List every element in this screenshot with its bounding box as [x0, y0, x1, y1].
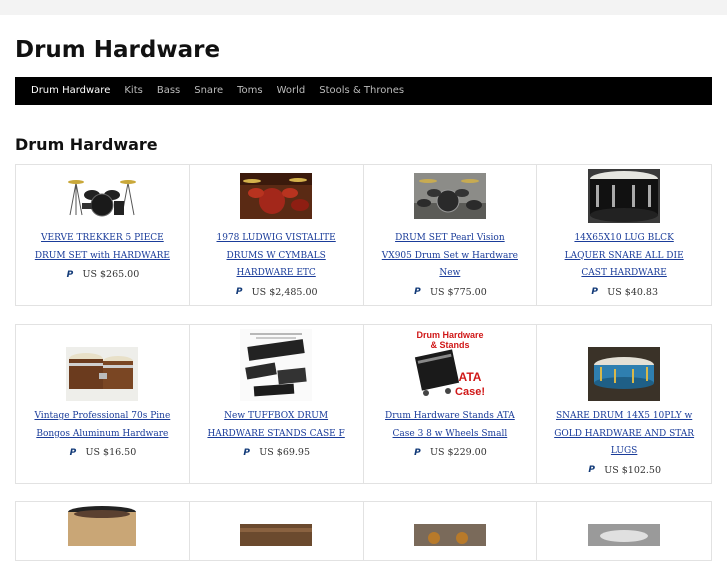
ata-text-line-2: & Stands: [430, 340, 469, 350]
product-price: P US $775.00: [364, 284, 537, 301]
nav-item-world[interactable]: World: [270, 77, 313, 105]
drum-kit-image[interactable]: [66, 169, 138, 223]
price-value: US $16.50: [85, 447, 137, 458]
product-grid-row-1: VERVE TREKKER 5 PIECE DRUM SET with HARD…: [15, 164, 712, 306]
nav-item-snare[interactable]: Snare: [187, 77, 230, 105]
price-value: US $40.83: [607, 286, 659, 298]
product-title-link[interactable]: 14X65X10 LUG BLCK LAQUER SNARE ALL DIE C…: [553, 230, 695, 283]
product-card: [364, 502, 538, 560]
main-nav: Drum Hardware Kits Bass Snare Toms World…: [15, 77, 712, 105]
drum-set-image[interactable]: [413, 506, 486, 546]
product-title-link[interactable]: DRUM SET Pearl Vision VX905 Drum Set w H…: [380, 230, 521, 283]
product-card: [16, 502, 190, 560]
wood-drum-image[interactable]: [240, 506, 313, 546]
price-value: US $775.00: [429, 286, 487, 298]
ata-text-line-4: Case!: [455, 386, 485, 398]
nav-item-bass[interactable]: Bass: [150, 77, 187, 105]
product-price: P US $102.50: [537, 462, 711, 479]
paypal-icon: P: [235, 287, 243, 297]
price-value: US $102.50: [604, 464, 662, 476]
product-title-link[interactable]: Drum Hardware Stands ATA Case 3 8 w Whee…: [380, 408, 521, 443]
nav-item-toms[interactable]: Toms: [230, 77, 269, 105]
product-title-link[interactable]: New TUFFBOX DRUM HARDWARE STANDS CASE F: [206, 408, 347, 443]
product-card: [537, 502, 711, 560]
ata-case-image[interactable]: Drum Hardware & Stands ATA Case!: [413, 329, 486, 401]
nav-item-drum-hardware[interactable]: Drum Hardware: [15, 77, 117, 105]
product-card: Vintage Professional 70s Pine Bongos Alu…: [16, 325, 190, 483]
site-title[interactable]: Drum Hardware: [15, 36, 220, 64]
nav-item-kits[interactable]: Kits: [117, 77, 149, 105]
price-value: US $69.95: [259, 447, 311, 458]
product-grid-row-3: [15, 501, 712, 561]
paypal-icon: P: [588, 465, 595, 475]
paypal-icon: P: [66, 269, 74, 280]
product-title-link[interactable]: SNARE DRUM 14X5 10PLY w GOLD HARDWARE AN…: [553, 408, 695, 461]
ata-text-line-1: Drum Hardware: [416, 330, 483, 340]
blue-snare-image[interactable]: [588, 347, 661, 401]
product-grid-row-2: Vintage Professional 70s Pine Bongos Alu…: [15, 324, 712, 484]
price-value: US $2,485.00: [251, 286, 318, 298]
bongos-image[interactable]: [66, 347, 139, 401]
price-value: US $229.00: [429, 447, 487, 458]
product-card: VERVE TREKKER 5 PIECE DRUM SET with HARD…: [16, 165, 190, 305]
red-drum-kit-image[interactable]: [240, 169, 313, 223]
ata-text-line-3: ATA: [458, 370, 481, 384]
product-price: P US $40.83: [537, 284, 711, 301]
product-card: DRUM SET Pearl Vision VX905 Drum Set w H…: [364, 165, 538, 305]
product-price: P US $265.00: [16, 266, 189, 283]
snare-image[interactable]: [588, 506, 661, 546]
paypal-icon: P: [243, 447, 251, 458]
product-card: SNARE DRUM 14X5 10PLY w GOLD HARDWARE AN…: [537, 325, 711, 483]
section-title: Drum Hardware: [15, 135, 158, 154]
price-value: US $265.00: [82, 269, 140, 280]
paypal-icon: P: [69, 447, 77, 458]
paypal-icon: P: [414, 447, 421, 458]
product-card: 1978 LUDWIG VISTALITE DRUMS W CYMBALS HA…: [190, 165, 364, 305]
product-card: 14X65X10 LUG BLCK LAQUER SNARE ALL DIE C…: [537, 165, 711, 305]
black-snare-image[interactable]: [588, 169, 661, 223]
pearl-kit-image[interactable]: [413, 169, 486, 223]
product-card: Drum Hardware & Stands ATA Case! Drum Ha…: [364, 325, 538, 483]
product-card: [190, 502, 364, 560]
product-title-link[interactable]: 1978 LUDWIG VISTALITE DRUMS W CYMBALS HA…: [206, 230, 347, 283]
tuffbox-case-image[interactable]: [240, 329, 313, 401]
product-price: P US $2,485.00: [190, 284, 363, 301]
product-card: New TUFFBOX DRUM HARDWARE STANDS CASE F …: [190, 325, 364, 483]
product-title-link[interactable]: Vintage Professional 70s Pine Bongos Alu…: [32, 408, 173, 443]
top-band: [0, 0, 727, 15]
drum-shell-image[interactable]: [66, 506, 138, 546]
product-price: P US $229.00: [364, 444, 537, 461]
product-price: P US $16.50: [16, 444, 189, 461]
nav-item-stools-thrones[interactable]: Stools & Thrones: [312, 77, 411, 105]
paypal-icon: P: [591, 287, 599, 297]
product-title-link[interactable]: VERVE TREKKER 5 PIECE DRUM SET with HARD…: [32, 230, 173, 265]
paypal-icon: P: [414, 287, 421, 297]
product-price: P US $69.95: [190, 444, 363, 461]
